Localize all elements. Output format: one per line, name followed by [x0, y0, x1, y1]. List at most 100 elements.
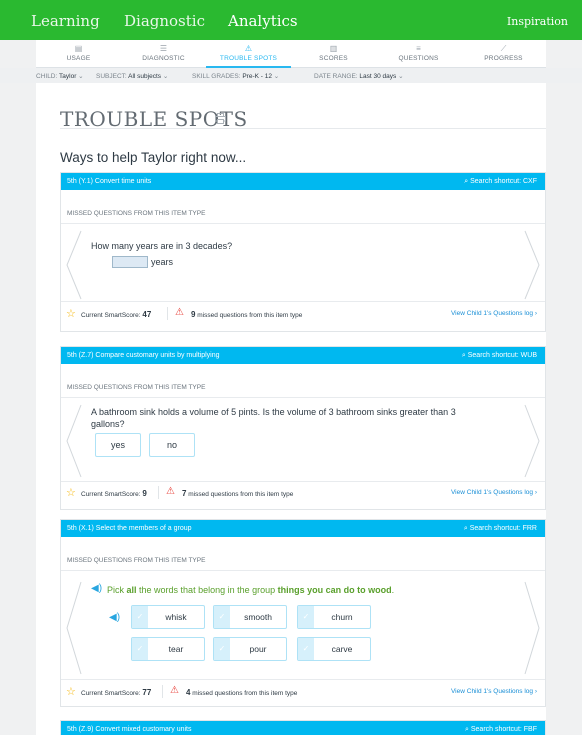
footer-separator [158, 486, 159, 499]
nav-inspiration[interactable]: Inspiration [507, 15, 568, 28]
skill-title[interactable]: 5th (Z.9) Convert mixed customary units [67, 726, 192, 733]
star-icon: ☆ [66, 686, 76, 698]
questions-log-link[interactable]: View Child 1's Questions log › [451, 310, 537, 317]
answer-no-button[interactable]: no [149, 433, 195, 457]
tab-trouble-spots[interactable]: ⚠ TROUBLE SPOTS [206, 40, 291, 68]
question-text: A bathroom sink holds a volume of 5 pint… [91, 407, 456, 429]
list-icon: ≡ [416, 44, 421, 53]
clipboard-icon: ▤ [74, 44, 83, 53]
section-heading: Ways to help Taylor right now... [60, 150, 247, 165]
tab-progress[interactable]: ⟋ PROGRESS [461, 40, 546, 68]
chevron-left-icon[interactable] [63, 229, 85, 301]
question-text: How many years are in 3 decades? [91, 241, 233, 251]
divider [61, 397, 545, 398]
card-header: 5th (Y.1) Convert time units ⌕ Search sh… [61, 173, 545, 190]
sliders-icon: ☰ [159, 44, 168, 53]
star-icon: ☆ [66, 487, 76, 499]
answer-yes-button[interactable]: yes [95, 433, 141, 457]
check-icon: ✓ [132, 606, 148, 628]
word-option[interactable]: ✓ carve [297, 637, 371, 661]
nav-analytics[interactable]: Analytics [228, 12, 298, 30]
filter-date-range[interactable]: DATE RANGE: Last 30 days ⌄ [314, 72, 404, 80]
search-shortcut: ⌕ Search shortcut: FBF [464, 726, 537, 733]
check-icon: ✓ [298, 638, 314, 660]
skill-title[interactable]: 5th (Y.1) Convert time units [67, 178, 151, 185]
search-shortcut: ⌕ Search shortcut: WUB [461, 352, 537, 359]
chevron-right-icon[interactable] [521, 403, 543, 479]
trouble-spot-card: 5th (X.1) Select the members of a group … [60, 519, 546, 707]
word-option[interactable]: ✓ smooth [213, 605, 287, 629]
filter-subject[interactable]: SUBJECT: All subjects ⌄ [96, 72, 168, 80]
tab-questions[interactable]: ≡ QUESTIONS [376, 40, 461, 68]
tab-usage-label: USAGE [66, 55, 91, 62]
word-option[interactable]: ✓ whisk [131, 605, 205, 629]
questions-log-link[interactable]: View Child 1's Questions log › [451, 688, 537, 695]
tab-scores[interactable]: ▥ SCORES [291, 40, 376, 68]
footer-separator [167, 307, 168, 320]
missed-label: MISSED QUESTIONS FROM THIS ITEM TYPE [67, 557, 206, 564]
filter-skill-grades[interactable]: SKILL GRADES: Pre-K - 12 ⌄ [192, 72, 279, 80]
missed-label: MISSED QUESTIONS FROM THIS ITEM TYPE [67, 384, 206, 391]
warning-icon: ⚠ [175, 307, 184, 318]
search-shortcut: ⌕ Search shortcut: FRR [463, 525, 537, 532]
check-icon: ✓ [298, 606, 314, 628]
search-icon: ⌕ [464, 178, 469, 185]
filter-bar: CHILD: Taylor ⌄ SUBJECT: All subjects ⌄ … [0, 68, 582, 83]
check-icon: ✓ [214, 606, 230, 628]
main-content: TROUBLE SPOTS Ways to help Taylor right … [36, 83, 546, 735]
chevron-left-icon[interactable] [63, 403, 85, 479]
card-footer: ☆ Current SmartScore: 77 ⚠ 4 missed ques… [61, 680, 545, 704]
building-icon: ▥ [329, 44, 338, 53]
tab-usage[interactable]: ▤ USAGE [36, 40, 121, 68]
smartscore: Current SmartScore: 77 [81, 688, 152, 697]
trouble-spot-card: 5th (Z.9) Convert mixed customary units … [60, 720, 546, 735]
search-icon: ⌕ [464, 726, 469, 733]
card-footer: ☆ Current SmartScore: 9 ⚠ 7 missed quest… [61, 481, 545, 505]
word-option[interactable]: ✓ tear [131, 637, 205, 661]
nav-learning[interactable]: Learning [31, 12, 100, 30]
card-header: 5th (Z.7) Compare customary units by mul… [61, 347, 545, 364]
top-nav-bar: Learning Diagnostic Analytics Inspiratio… [0, 0, 582, 40]
tab-trouble-spots-label: TROUBLE SPOTS [219, 55, 278, 62]
divider [61, 570, 545, 571]
filter-child[interactable]: CHILD: Taylor ⌄ [36, 72, 84, 80]
questions-log-link[interactable]: View Child 1's Questions log › [451, 489, 537, 496]
card-header: 5th (Z.9) Convert mixed customary units … [61, 721, 545, 735]
chevron-right-icon[interactable] [521, 229, 543, 301]
missed-count: 4 missed questions from this item type [186, 688, 298, 697]
missed-count: 9 missed questions from this item type [191, 310, 303, 319]
search-shortcut: ⌕ Search shortcut: CXF [464, 178, 537, 185]
warning-icon: ⚠ [244, 44, 253, 53]
tab-diagnostic[interactable]: ☰ DIAGNOSTIC [121, 40, 206, 68]
missed-count: 7 missed questions from this item type [182, 489, 294, 498]
trouble-spot-card: 5th (Y.1) Convert time units ⌕ Search sh… [60, 172, 546, 332]
missed-label: MISSED QUESTIONS FROM THIS ITEM TYPE [67, 210, 206, 217]
search-icon: ⌕ [463, 525, 468, 532]
speaker-icon[interactable]: ◀) [109, 612, 120, 623]
smartscore: Current SmartScore: 9 [81, 489, 147, 498]
print-icon[interactable] [215, 113, 226, 124]
skill-title[interactable]: 5th (Z.7) Compare customary units by mul… [67, 352, 220, 359]
check-icon: ✓ [132, 638, 148, 660]
warning-icon: ⚠ [166, 486, 175, 497]
word-option[interactable]: ✓ churn [297, 605, 371, 629]
search-icon: ⌕ [461, 352, 466, 359]
tab-progress-label: PROGRESS [484, 55, 523, 62]
line-chart-icon: ⟋ [500, 44, 507, 53]
answer-unit: years [151, 257, 174, 267]
nav-diagnostic[interactable]: Diagnostic [124, 12, 205, 30]
tab-scores-label: SCORES [319, 55, 348, 62]
answer-input[interactable] [112, 256, 148, 268]
chevron-right-icon[interactable] [521, 580, 543, 676]
card-footer: ☆ Current SmartScore: 47 ⚠ 9 missed ques… [61, 302, 545, 326]
tab-questions-label: QUESTIONS [398, 55, 439, 62]
check-icon: ✓ [214, 638, 230, 660]
warning-icon: ⚠ [170, 685, 179, 696]
trouble-spot-card: 5th (Z.7) Compare customary units by mul… [60, 346, 546, 510]
chevron-left-icon[interactable] [63, 580, 85, 676]
speaker-icon[interactable]: ◀) [91, 583, 102, 594]
word-option[interactable]: ✓ pour [213, 637, 287, 661]
analytics-subnav: ▤ USAGE ☰ DIAGNOSTIC ⚠ TROUBLE SPOTS ▥ S… [36, 40, 546, 68]
footer-separator [162, 685, 163, 698]
skill-title[interactable]: 5th (X.1) Select the members of a group [67, 525, 192, 532]
